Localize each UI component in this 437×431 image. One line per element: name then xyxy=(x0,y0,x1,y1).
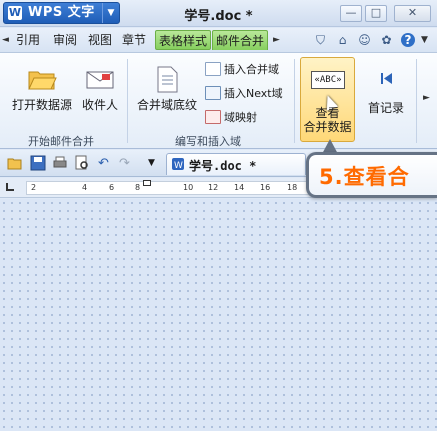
first-record-icon xyxy=(370,63,402,95)
app-name: WPS 文字 xyxy=(28,5,95,20)
ruler-mark: 4 xyxy=(82,183,88,192)
document-icon xyxy=(151,63,183,95)
tab-mail-merge[interactable]: 邮件合并 xyxy=(212,30,269,50)
tab-scroll-right-icon[interactable]: ► xyxy=(272,31,281,49)
indent-marker-icon[interactable] xyxy=(143,180,151,186)
group-divider xyxy=(416,59,417,143)
ruler-mark: 18 xyxy=(287,183,298,192)
envelope-icon xyxy=(84,63,116,95)
open-data-source-button[interactable]: 打开数据源 xyxy=(10,63,74,113)
print-icon[interactable] xyxy=(51,155,68,172)
ruler-mark: 16 xyxy=(260,183,271,192)
open-data-source-label: 打开数据源 xyxy=(11,98,72,112)
tab-table-style[interactable]: 表格样式 xyxy=(155,30,212,50)
merge-field-shading-label: 合并域底纹 xyxy=(136,98,197,112)
tab-references[interactable]: 引用 xyxy=(13,30,43,50)
folder-open-icon xyxy=(26,63,58,95)
options-dropdown-icon[interactable]: ▼ xyxy=(420,31,429,49)
minimize-button[interactable]: — xyxy=(340,5,362,22)
chevron-down-icon[interactable]: ▼ xyxy=(102,3,119,23)
document-tab[interactable]: W 学号.doc * xyxy=(166,153,306,175)
ruler-text-area xyxy=(26,181,326,195)
tab-scroll-left-icon[interactable]: ◄ xyxy=(1,31,10,49)
ribbon-panel: 打开数据源 收件人 开始邮件合并 合并域底纹 插入合并域 插入Next域 域映射… xyxy=(0,52,437,149)
people-icon[interactable]: ☺ xyxy=(356,32,373,49)
group-divider xyxy=(127,59,128,143)
open-folder-icon[interactable] xyxy=(6,155,23,172)
step-callout: 5.查看合 xyxy=(306,152,437,198)
view-merged-data-line2: 合并数据 xyxy=(303,120,352,134)
group-divider xyxy=(294,59,295,143)
wps-menu-button[interactable]: W WPS 文字 ▼ xyxy=(3,2,120,24)
insert-merge-field-label: 插入合并域 xyxy=(224,63,279,76)
merge-field-shading-button[interactable]: 合并域底纹 xyxy=(134,63,200,113)
recipients-label: 收件人 xyxy=(81,98,118,112)
print-preview-icon[interactable] xyxy=(73,155,90,172)
callout-text: 5.查看合 xyxy=(319,165,410,189)
ruler-mark: 14 xyxy=(234,183,245,192)
field-mapping-label: 域映射 xyxy=(224,111,257,124)
insert-next-field-label: 插入Next域 xyxy=(224,87,283,100)
close-button[interactable]: ✕ xyxy=(394,5,431,22)
ruler-mark: 10 xyxy=(183,183,194,192)
wps-doc-icon: W xyxy=(172,158,184,171)
mapping-icon xyxy=(205,110,221,124)
field-mapping-button[interactable]: 域映射 xyxy=(205,109,257,127)
field-icon xyxy=(205,62,221,76)
tab-view[interactable]: 视图 xyxy=(85,30,115,50)
tab-stop-icon[interactable] xyxy=(6,183,14,191)
quickbar-dropdown-icon[interactable]: ▼ xyxy=(143,155,160,172)
view-merged-data-button[interactable]: «ABC» 查看 合并数据 xyxy=(300,57,355,142)
save-icon[interactable] xyxy=(29,155,46,172)
abc-field-icon: «ABC» xyxy=(311,71,345,89)
document-canvas[interactable] xyxy=(0,199,437,431)
first-record-label: 首记录 xyxy=(367,101,404,115)
insert-next-field-button[interactable]: 插入Next域 xyxy=(205,85,283,103)
ruler-mark: 8 xyxy=(135,183,141,192)
insert-merge-field-button[interactable]: 插入合并域 xyxy=(205,61,279,79)
document-tab-title: 学号.doc * xyxy=(189,159,257,173)
redo-icon[interactable]: ↷ xyxy=(116,155,133,172)
group-label-start-merge: 开始邮件合并 xyxy=(28,135,94,148)
svg-text:W: W xyxy=(174,161,183,171)
wps-logo-icon: W xyxy=(8,6,22,20)
ruler-mark: 2 xyxy=(31,183,37,192)
tab-review[interactable]: 审阅 xyxy=(50,30,80,50)
help-icon[interactable]: ? xyxy=(401,33,415,47)
home-icon[interactable]: ⌂ xyxy=(334,32,351,49)
gift-icon[interactable]: ✿ xyxy=(378,32,395,49)
view-merged-data-line1: 查看 xyxy=(315,106,340,120)
title-bar: W WPS 文字 ▼ 学号.doc * — □ ✕ xyxy=(0,0,437,27)
undo-icon[interactable]: ↶ xyxy=(95,155,112,172)
ribbon-scroll-right-icon[interactable]: ► xyxy=(423,93,430,103)
ribbon-tabs: ◄ 引用 审阅 视图 章节 表格样式 邮件合并 ► ⛉ ⌂ ☺ ✿ ? ▼ xyxy=(0,28,437,52)
ruler-mark: 6 xyxy=(109,183,115,192)
shirt-icon[interactable]: ⛉ xyxy=(312,32,329,49)
next-field-icon xyxy=(205,86,221,100)
group-label-write-insert: 编写和插入域 xyxy=(175,135,241,148)
tab-section[interactable]: 章节 xyxy=(119,30,149,50)
maximize-button[interactable]: □ xyxy=(365,5,387,22)
recipients-button[interactable]: 收件人 xyxy=(80,63,120,113)
ruler-mark: 12 xyxy=(208,183,219,192)
first-record-button[interactable]: 首记录 xyxy=(364,63,408,116)
